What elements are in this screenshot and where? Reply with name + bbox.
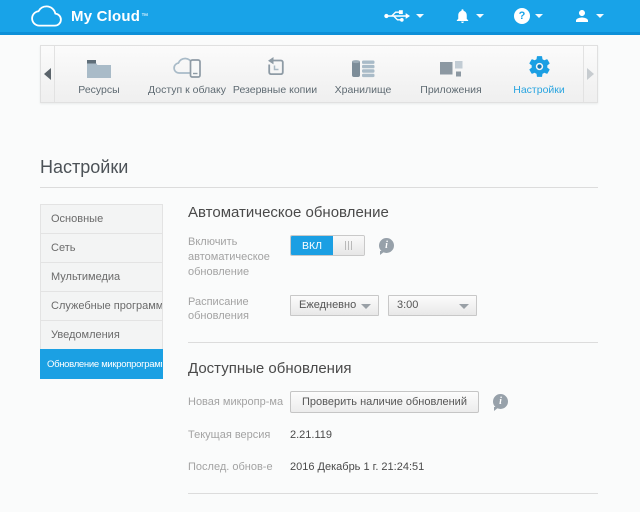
chevron-down-icon	[535, 14, 543, 18]
setting-row-last-update: Послед. обнов-е 2016 Декабрь 1 г. 21:24:…	[188, 460, 598, 475]
chevron-down-icon	[416, 14, 424, 18]
gear-icon	[527, 53, 552, 79]
info-icon[interactable]: i	[379, 238, 394, 255]
chevron-down-icon	[459, 303, 469, 309]
topbar: My Cloud ™ ?	[0, 0, 640, 35]
current-version-value: 2.21.119	[290, 429, 333, 442]
section-title-auto-update: Автоматическое обновление	[188, 204, 389, 221]
sidebar-item-label: Служебные программы	[51, 300, 163, 312]
chevron-down-icon	[476, 14, 484, 18]
folder-icon	[86, 53, 112, 79]
enable-auto-update-label: Включить автоматическое обновление	[188, 236, 270, 278]
nav-item-label: Настройки	[513, 83, 565, 96]
usb-menu-button[interactable]	[384, 8, 424, 24]
info-glyph: i	[499, 396, 502, 408]
settings-content: Автоматическое обновление Включить автом…	[188, 204, 598, 512]
storage-disks-icon	[350, 53, 376, 79]
update-schedule-label: Расписание обновления	[188, 295, 249, 323]
alerts-menu-button[interactable]	[454, 7, 484, 25]
title-divider	[40, 187, 598, 188]
apps-squares-icon	[439, 53, 463, 79]
info-glyph: i	[385, 240, 388, 251]
nav-item-apps[interactable]: Приложения	[407, 46, 495, 102]
nav-scroll-right-button[interactable]	[583, 46, 597, 102]
nav-item-backups[interactable]: Резервные копии	[231, 46, 319, 102]
sidebar-item-media[interactable]: Мультимедиа	[40, 262, 163, 292]
main-area: Основные Сеть Мультимедиа Служебные прог…	[40, 204, 598, 512]
app-title: My Cloud	[71, 7, 141, 25]
sidebar-item-label: Обновление микропрограммы	[47, 358, 163, 370]
sidebar-item-notifications[interactable]: Уведомления	[40, 320, 163, 350]
nav-item-label: Приложения	[420, 83, 482, 96]
chevron-down-icon	[596, 14, 604, 18]
sidebar-item-firmware-update[interactable]: Обновление микропрограммы	[40, 349, 163, 379]
info-icon[interactable]: i	[492, 394, 508, 412]
toggle-grip-icon	[345, 241, 346, 250]
nav-item-storage[interactable]: Хранилище	[319, 46, 407, 102]
help-icon: ?	[514, 8, 530, 24]
main-nav: Ресурсы Доступ к облаку Резервные копии …	[40, 45, 598, 103]
sidebar-item-utilities[interactable]: Служебные программы	[40, 291, 163, 321]
toggle-off-segment[interactable]	[333, 236, 364, 255]
topbar-actions: ?	[384, 7, 640, 25]
section-title-available-updates: Доступные обновления	[188, 360, 352, 378]
nav-item-label: Хранилище	[334, 83, 392, 96]
setting-row-current-version: Текущая версия 2.21.119	[188, 428, 598, 443]
auto-update-toggle[interactable]: ВКЛ	[290, 235, 365, 256]
user-icon	[576, 10, 588, 22]
cloud-device-icon	[172, 53, 203, 79]
app-logo[interactable]: My Cloud ™	[30, 4, 148, 28]
nav-scroll-left-button[interactable]	[41, 46, 55, 102]
bell-icon	[456, 9, 469, 24]
nav-item-label: Резервные копии	[232, 83, 318, 96]
frequency-dropdown[interactable]: Ежедневно	[290, 294, 379, 316]
cloud-logo-icon	[31, 5, 62, 27]
nav-item-label: Доступ к облаку	[148, 83, 226, 96]
nav-items: Ресурсы Доступ к облаку Резервные копии …	[55, 46, 583, 102]
frequency-value: Ежедневно	[299, 299, 357, 312]
nav-item-settings[interactable]: Настройки	[495, 46, 583, 102]
nav-item-resources[interactable]: Ресурсы	[55, 46, 143, 102]
settings-sidebar: Основные Сеть Мультимедиа Служебные прог…	[40, 204, 163, 512]
sidebar-item-label: Сеть	[51, 242, 76, 254]
chevron-left-icon	[44, 68, 51, 80]
time-value: 3:00	[397, 299, 419, 312]
page-title: Настройки	[40, 157, 129, 177]
last-update-label: Послед. обнов-е	[188, 461, 273, 474]
time-dropdown[interactable]: 3:00	[388, 294, 477, 316]
setting-row-new-firmware: Новая микропр-ма Проверить наличие обнов…	[188, 391, 598, 414]
chevron-down-icon	[361, 303, 371, 309]
nav-item-label: Ресурсы	[78, 83, 120, 96]
chevron-right-icon	[587, 68, 594, 80]
help-menu-button[interactable]: ?	[514, 8, 543, 24]
backup-return-icon	[264, 53, 287, 79]
section-divider	[188, 342, 598, 344]
sidebar-item-label: Мультимедиа	[51, 271, 121, 283]
sidebar-item-label: Уведомления	[51, 329, 120, 341]
toggle-on-segment[interactable]: ВКЛ	[291, 236, 333, 255]
setting-row-enable-auto-update: Включить автоматическое обновление ВКЛ i	[188, 235, 598, 280]
user-menu-button[interactable]	[573, 7, 604, 25]
sidebar-item-network[interactable]: Сеть	[40, 233, 163, 263]
sidebar-item-general[interactable]: Основные	[40, 204, 163, 234]
sidebar-item-label: Основные	[51, 213, 104, 225]
nav-item-cloud-access[interactable]: Доступ к облаку	[143, 46, 231, 102]
check-updates-button[interactable]: Проверить наличие обновлений	[290, 391, 479, 414]
usb-icon	[384, 10, 411, 22]
section-divider	[188, 492, 598, 494]
trademark-symbol: ™	[141, 12, 149, 20]
help-glyph: ?	[518, 10, 526, 22]
new-firmware-label: Новая микропр-ма	[188, 396, 284, 409]
setting-row-update-schedule: Расписание обновления Ежедневно 3:00	[188, 294, 598, 325]
last-update-value: 2016 Декабрь 1 г. 21:24:51	[290, 461, 425, 474]
current-version-label: Текущая версия	[188, 429, 271, 442]
